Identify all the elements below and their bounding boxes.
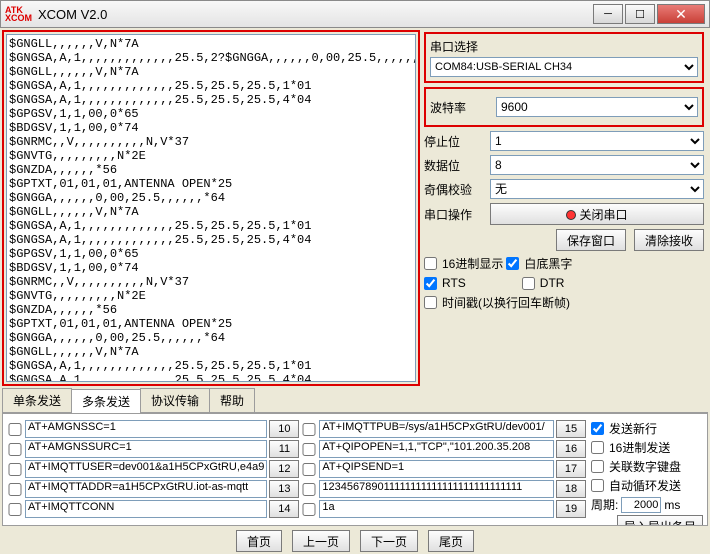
send-input[interactable]: AT+IMQTTPUB=/sys/a1H5CPxGtRU/dev001/ <box>319 420 554 438</box>
titlebar: ATKXCOM XCOM V2.0 ─ ☐ ✕ <box>0 0 710 28</box>
period-unit: ms <box>664 498 680 512</box>
send-slot-button[interactable]: 18 <box>556 480 586 498</box>
baud-label: 波特率 <box>430 99 496 116</box>
send-slot-button[interactable]: 15 <box>556 420 586 438</box>
row-checkbox[interactable] <box>7 463 23 476</box>
baud-highlight-box: 波特率 9600 <box>424 87 704 127</box>
window-title: XCOM V2.0 <box>38 7 591 22</box>
maximize-button[interactable]: ☐ <box>625 4 655 24</box>
send-slot-button[interactable]: 13 <box>269 480 299 498</box>
white-bg-label: 白底黑字 <box>524 255 572 272</box>
timestamp-checkbox[interactable] <box>424 296 437 309</box>
close-port-button[interactable]: 关闭串口 <box>490 203 704 225</box>
hex-send-label: 16进制发送 <box>609 439 670 456</box>
op-label: 串口操作 <box>424 206 490 223</box>
period-input[interactable] <box>621 497 661 513</box>
send-slot-button[interactable]: 19 <box>556 500 586 518</box>
numpad-checkbox[interactable] <box>591 460 604 473</box>
app-logo: ATKXCOM <box>5 6 32 22</box>
send-input[interactable]: AT+QIPOPEN=1,1,"TCP","101.200.35.208 <box>319 440 554 458</box>
loop-checkbox[interactable] <box>591 479 604 492</box>
serial-log[interactable]: $GNGLL,,,,,,V,N*7A $GNGSA,A,1,,,,,,,,,,,… <box>6 34 416 382</box>
send-input[interactable]: AT+IMQTTCONN <box>25 500 267 518</box>
row-checkbox[interactable] <box>7 503 23 516</box>
numpad-label: 关联数字键盘 <box>609 458 681 475</box>
send-slot-button[interactable]: 17 <box>556 460 586 478</box>
send-slot-button[interactable]: 11 <box>269 440 299 458</box>
tabs: 单条发送 多条发送 协议传输 帮助 <box>2 388 708 413</box>
row-checkbox[interactable] <box>7 443 23 456</box>
tab-single-send[interactable]: 单条发送 <box>2 388 72 412</box>
baud-select[interactable]: 9600 <box>496 97 698 117</box>
send-slot-button[interactable]: 10 <box>269 420 299 438</box>
send-options: 发送新行 16进制发送 关联数字键盘 自动循环发送 周期: ms 导入导出条目 <box>588 418 703 526</box>
row-checkbox[interactable] <box>301 463 317 476</box>
send-input[interactable]: AT+AMGNSSC=1 <box>25 420 267 438</box>
newline-label: 发送新行 <box>609 420 657 437</box>
data-label: 数据位 <box>424 157 490 174</box>
send-slot-button[interactable]: 12 <box>269 460 299 478</box>
close-button[interactable]: ✕ <box>657 4 705 24</box>
rts-checkbox[interactable] <box>424 277 437 290</box>
page-next-button[interactable]: 下一页 <box>360 530 418 552</box>
page-home-button[interactable]: 首页 <box>236 530 282 552</box>
row-checkbox[interactable] <box>301 503 317 516</box>
send-slot-button[interactable]: 14 <box>269 500 299 518</box>
stop-select[interactable]: 1 <box>490 131 704 151</box>
row-checkbox[interactable] <box>301 483 317 496</box>
data-select[interactable]: 8 <box>490 155 704 175</box>
pager: 首页 上一页 下一页 尾页 <box>0 528 710 554</box>
port-select[interactable]: COM84:USB-SERIAL CH34 <box>430 57 698 77</box>
parity-select[interactable]: 无 <box>490 179 704 199</box>
send-col-left: AT+AMGNSSC=110 AT+AMGNSSURC=111 AT+IMQTT… <box>7 418 299 526</box>
send-col-right: AT+IMQTTPUB=/sys/a1H5CPxGtRU/dev001/15 A… <box>301 418 586 526</box>
send-input[interactable]: AT+QIPSEND=1 <box>319 460 554 478</box>
timestamp-label: 时间戳(以换行回车断帧) <box>442 294 570 311</box>
status-dot-icon <box>566 210 576 220</box>
log-highlight-box: $GNGLL,,,,,,V,N*7A $GNGSA,A,1,,,,,,,,,,,… <box>2 30 420 386</box>
row-checkbox[interactable] <box>301 423 317 436</box>
page-prev-button[interactable]: 上一页 <box>292 530 350 552</box>
dtr-checkbox[interactable] <box>522 277 535 290</box>
parity-label: 奇偶校验 <box>424 181 490 198</box>
minimize-button[interactable]: ─ <box>593 4 623 24</box>
dtr-label: DTR <box>540 276 565 290</box>
send-input[interactable]: AT+AMGNSSURC=1 <box>25 440 267 458</box>
white-bg-checkbox[interactable] <box>506 257 519 270</box>
page-last-button[interactable]: 尾页 <box>428 530 474 552</box>
send-input[interactable]: AT+IMQTTADDR=a1H5CPxGtRU.iot-as-mqtt <box>25 480 267 498</box>
row-checkbox[interactable] <box>7 423 23 436</box>
save-window-button[interactable]: 保存窗口 <box>556 229 626 251</box>
port-highlight-box: 串口选择 COM84:USB-SERIAL CH34 <box>424 32 704 83</box>
send-input[interactable]: 123456789011111111111111111111111111 <box>319 480 554 498</box>
row-checkbox[interactable] <box>7 483 23 496</box>
send-input[interactable]: 1a <box>319 500 554 518</box>
hex-display-label: 16进制显示 <box>442 255 503 272</box>
import-export-button[interactable]: 导入导出条目 <box>617 515 703 526</box>
send-input[interactable]: AT+IMQTTUSER=dev001&a1H5CPxGtRU,e4a9 <box>25 460 267 478</box>
hex-send-checkbox[interactable] <box>591 441 604 454</box>
loop-label: 自动循环发送 <box>609 477 681 494</box>
port-label: 串口选择 <box>430 38 698 57</box>
period-label: 周期: <box>591 496 618 513</box>
stop-label: 停止位 <box>424 133 490 150</box>
side-panel: 串口选择 COM84:USB-SERIAL CH34 波特率 9600 停止位1… <box>422 28 710 388</box>
clear-recv-button[interactable]: 清除接收 <box>634 229 704 251</box>
hex-display-checkbox[interactable] <box>424 257 437 270</box>
newline-checkbox[interactable] <box>591 422 604 435</box>
tab-protocol[interactable]: 协议传输 <box>140 388 210 412</box>
rts-label: RTS <box>442 276 466 290</box>
row-checkbox[interactable] <box>301 443 317 456</box>
send-slot-button[interactable]: 16 <box>556 440 586 458</box>
tab-help[interactable]: 帮助 <box>209 388 255 412</box>
multi-send-panel: AT+AMGNSSC=110 AT+AMGNSSURC=111 AT+IMQTT… <box>2 413 708 526</box>
tab-multi-send[interactable]: 多条发送 <box>71 389 141 413</box>
